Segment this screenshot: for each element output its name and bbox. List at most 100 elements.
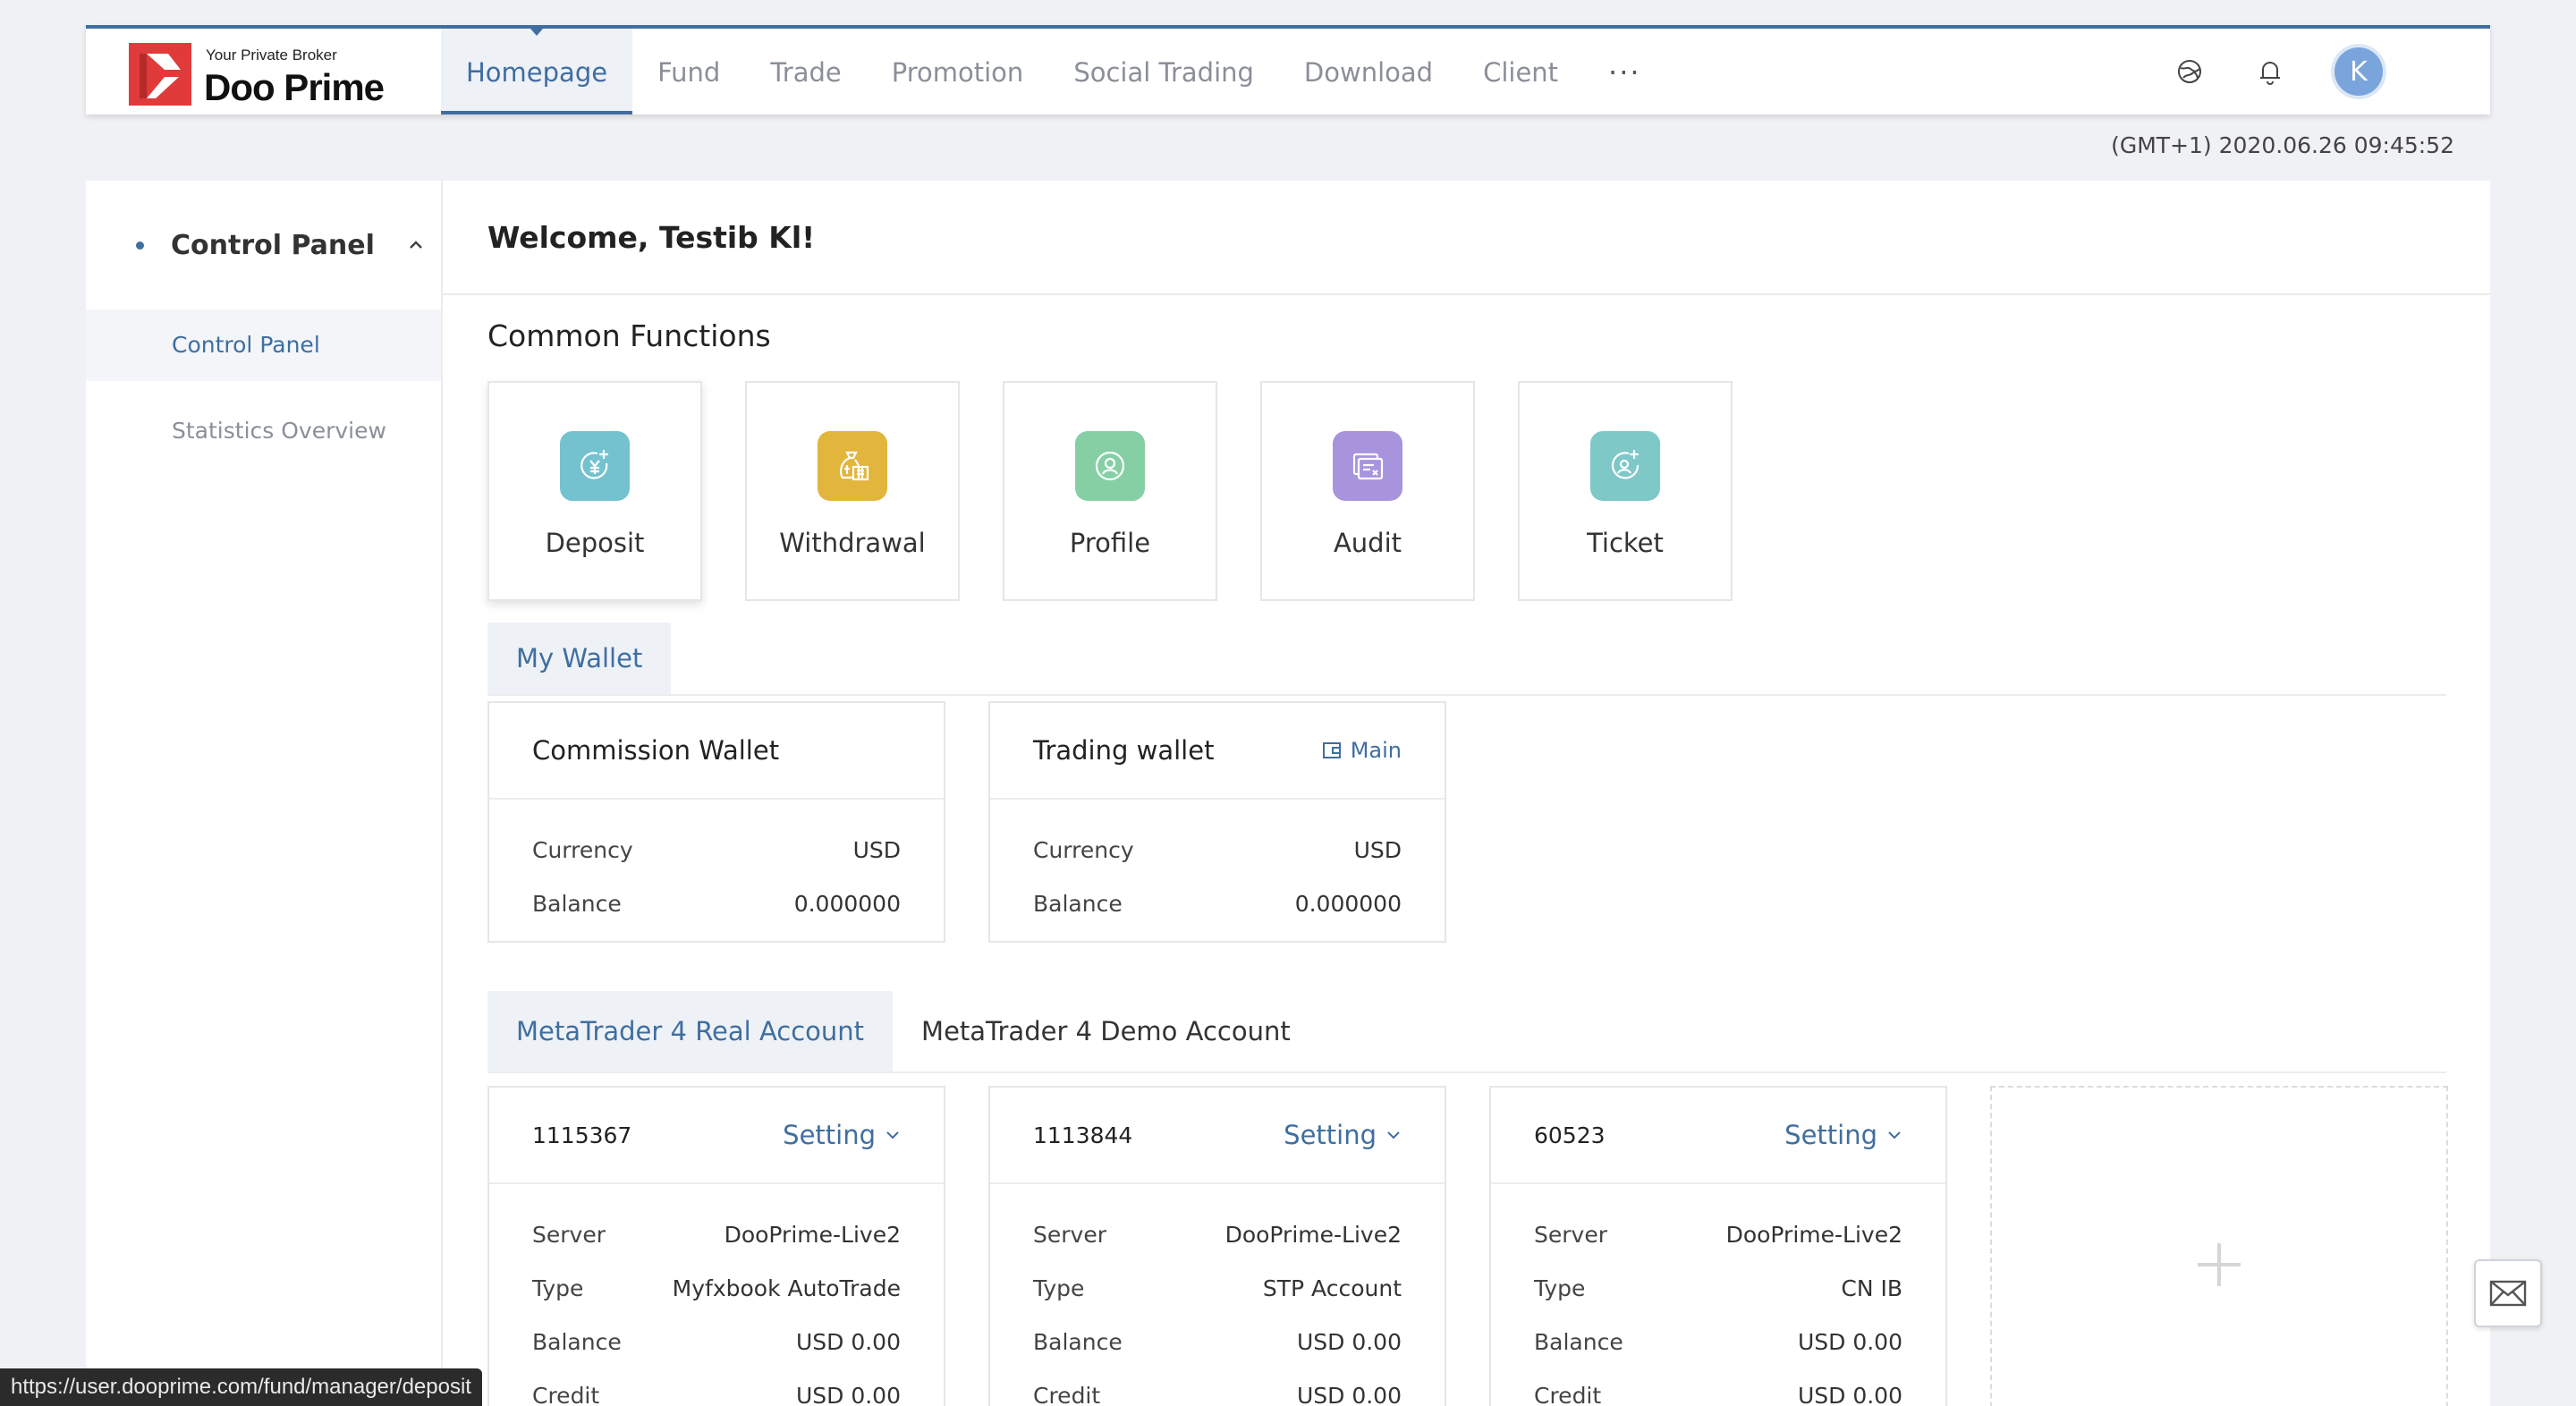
nav-item-trade[interactable]: Trade: [745, 29, 866, 114]
ticket-label: Ticket: [1587, 528, 1664, 558]
user-avatar[interactable]: K: [2334, 47, 2383, 96]
withdrawal-icon: [818, 431, 887, 501]
sidebar-group-label: Control Panel: [171, 229, 375, 261]
card-header: Trading wallet Main: [990, 703, 1445, 800]
card-header: Commission Wallet: [489, 703, 944, 800]
audit-label: Audit: [1333, 528, 1402, 558]
add-account-button[interactable]: [1990, 1086, 2448, 1406]
balance-label: Balance: [1033, 890, 1123, 917]
profile-icon: [1075, 431, 1145, 501]
audit-icon: [1333, 431, 1402, 501]
top-navigation-bar: Your Private Broker Doo Prime Homepage F…: [86, 25, 2490, 114]
currency-value: USD: [1353, 836, 1402, 863]
currency-row: Currency USD: [532, 823, 901, 877]
trading-wallet-card: Trading wallet Main Currency USD Balance…: [988, 701, 1446, 943]
bell-icon[interactable]: [2254, 55, 2286, 88]
credit-value: USD 0.00: [1296, 1382, 1402, 1406]
server-row: Server DooPrime-Live2: [1534, 1207, 1902, 1261]
withdrawal-label: Withdrawal: [779, 528, 926, 558]
sidebar-item-statistics-overview[interactable]: Statistics Overview: [86, 395, 441, 467]
account-card: 1113844 Setting Server DooPrime-Live2 Typ…: [988, 1086, 1446, 1406]
card-body: Server DooPrime-Live2 Type STP Account Bal…: [990, 1184, 1445, 1406]
wallet-title: Commission Wallet: [532, 735, 780, 766]
plus-icon: [2198, 1243, 2241, 1286]
server-value: DooPrime-Live2: [1224, 1221, 1402, 1248]
main-nav: Homepage Fund Trade Promotion Social Tra…: [441, 29, 1666, 114]
type-value: Myfxbook AutoTrade: [672, 1275, 901, 1301]
nav-item-client[interactable]: Client: [1458, 29, 1583, 114]
sidebar-group-control-panel[interactable]: Control Panel: [86, 181, 441, 309]
chevron-down-icon: [1387, 1131, 1400, 1139]
main-content: Welcome, Testib Kl! Common Functions Dep…: [443, 181, 2490, 1406]
credit-row: Credit USD 0.00: [1033, 1368, 1402, 1406]
ticket-icon: [1590, 431, 1660, 501]
credit-value: USD 0.00: [795, 1382, 901, 1406]
account-id: 60523: [1534, 1122, 1606, 1148]
balance-label: Balance: [1534, 1328, 1623, 1355]
server-label: Server: [532, 1221, 606, 1248]
common-functions-title: Common Functions: [487, 318, 771, 353]
logo-mark-icon: [129, 43, 191, 106]
language-icon[interactable]: [2174, 55, 2206, 88]
account-type-tabs: MetaTrader 4 Real Account MetaTrader 4 D…: [487, 991, 2446, 1073]
tab-mt4-real-account[interactable]: MetaTrader 4 Real Account: [487, 991, 894, 1071]
message-button[interactable]: [2474, 1259, 2542, 1327]
account-card: 1115367 Setting Server DooPrime-Live2 Typ…: [487, 1086, 945, 1406]
setting-dropdown[interactable]: Setting: [1284, 1120, 1402, 1150]
currency-value: USD: [852, 836, 901, 863]
sidebar-item-control-panel[interactable]: Control Panel: [86, 309, 441, 381]
account-id: 1115367: [532, 1122, 632, 1148]
card-body: Currency USD Balance 0.000000: [990, 800, 1445, 930]
credit-row: Credit USD 0.00: [1534, 1368, 1902, 1406]
card-header: 60523 Setting: [1491, 1088, 1945, 1184]
nav-item-homepage[interactable]: Homepage: [441, 29, 633, 114]
balance-value: USD 0.00: [795, 1328, 901, 1355]
type-row: Type CN IB: [1534, 1261, 1902, 1315]
ticket-button[interactable]: Ticket: [1518, 381, 1733, 601]
setting-dropdown[interactable]: Setting: [783, 1120, 901, 1150]
nav-more-menu[interactable]: ···: [1583, 29, 1666, 114]
chevron-up-icon: [409, 241, 422, 249]
card-header: 1115367 Setting: [489, 1088, 944, 1184]
welcome-heading: Welcome, Testib Kl!: [443, 181, 2490, 295]
audit-button[interactable]: Audit: [1260, 381, 1475, 601]
server-row: Server DooPrime-Live2: [1033, 1207, 1402, 1261]
deposit-label: Deposit: [545, 528, 645, 558]
credit-label: Credit: [1033, 1382, 1101, 1406]
tab-my-wallet[interactable]: My Wallet: [487, 623, 672, 694]
doo-prime-logo[interactable]: Your Private Broker Doo Prime: [129, 43, 406, 108]
wallet-icon: [1322, 742, 1341, 758]
credit-label: Credit: [532, 1382, 600, 1406]
balance-label: Balance: [1033, 1328, 1123, 1355]
card-body: Server DooPrime-Live2 Type Myfxbook AutoTr…: [489, 1184, 944, 1406]
credit-label: Credit: [1534, 1382, 1602, 1406]
commission-wallet-card: Commission Wallet Currency USD Balance 0…: [487, 701, 945, 943]
main-wallet-badge[interactable]: Main: [1322, 738, 1402, 763]
logo-name: Doo Prime: [204, 66, 385, 108]
chevron-down-icon: [1888, 1131, 1901, 1139]
status-bar-url: https://user.dooprime.com/fund/manager/d…: [0, 1368, 482, 1406]
nav-item-fund[interactable]: Fund: [632, 29, 745, 114]
wallet-tabs: My Wallet: [487, 623, 2446, 696]
balance-value: 0.000000: [1294, 890, 1402, 917]
server-label: Server: [1033, 1221, 1106, 1248]
profile-button[interactable]: Profile: [1003, 381, 1217, 601]
top-icons: K: [2174, 29, 2383, 114]
card-body: Currency USD Balance 0.000000: [489, 800, 944, 930]
chevron-down-icon: [886, 1131, 899, 1139]
tab-mt4-demo-account[interactable]: MetaTrader 4 Demo Account: [893, 991, 1319, 1071]
setting-dropdown[interactable]: Setting: [1784, 1120, 1902, 1150]
server-value: DooPrime-Live2: [1725, 1221, 1902, 1248]
nav-item-download[interactable]: Download: [1279, 29, 1458, 114]
nav-item-promotion[interactable]: Promotion: [867, 29, 1049, 114]
server-time: (GMT+1) 2020.06.26 09:45:52: [2111, 132, 2454, 158]
wallet-title: Trading wallet: [1033, 735, 1215, 766]
nav-item-social-trading[interactable]: Social Trading: [1048, 29, 1279, 114]
type-row: Type STP Account: [1033, 1261, 1402, 1315]
balance-label: Balance: [532, 1328, 622, 1355]
deposit-button[interactable]: Deposit: [487, 381, 702, 601]
logo-tagline: Your Private Broker: [206, 47, 337, 64]
account-card: 60523 Setting Server DooPrime-Live2 Type C…: [1489, 1086, 1947, 1406]
withdrawal-button[interactable]: Withdrawal: [745, 381, 960, 601]
type-row: Type Myfxbook AutoTrade: [532, 1261, 901, 1315]
